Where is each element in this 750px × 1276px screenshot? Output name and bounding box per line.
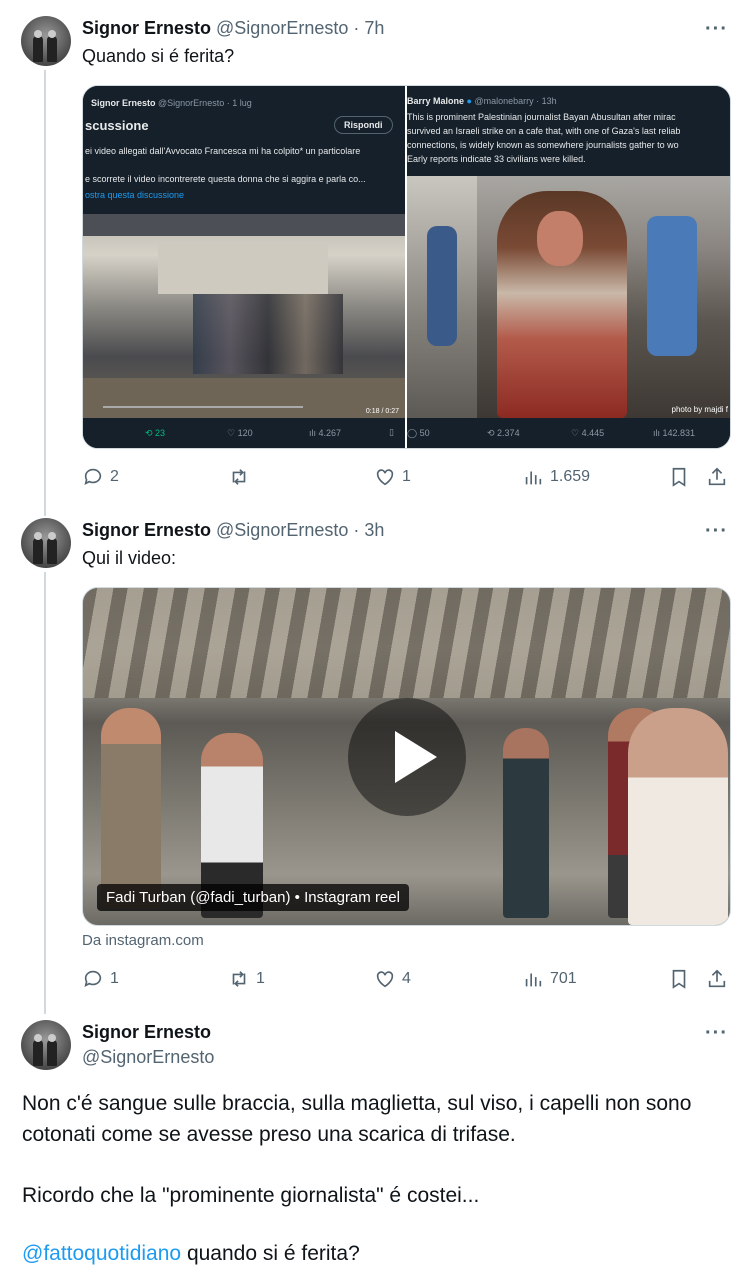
like-button[interactable]: 4 [374, 968, 411, 990]
bookmark-icon [672, 969, 686, 989]
share-icon [708, 969, 726, 988]
tweet-text-line: cotonati come se avesse preso una scaric… [22, 1123, 516, 1146]
embedded-text-line: ei video allegati dall'Avvocato Francesc… [85, 146, 361, 156]
avatar[interactable] [21, 16, 71, 66]
tweet-actions: 1 1 4 701 [82, 968, 728, 992]
retweet-button[interactable] [228, 466, 256, 488]
embedded-text-line: This is prominent Palestinian journalist… [407, 112, 676, 122]
tweet-text-line: Ricordo che la "prominente giornalista" … [22, 1184, 480, 1207]
embedded-like-count: 4.445 [581, 428, 605, 438]
tweet-actions: 2 1 1.659 [82, 466, 728, 490]
avatar[interactable] [21, 1020, 71, 1070]
embedded-author: Signor Ernesto [91, 98, 156, 108]
embedded-reply-count: 50 [419, 428, 430, 438]
reply-button[interactable]: 1 [82, 968, 119, 990]
retweet-button[interactable]: 1 [228, 968, 265, 990]
embedded-stats: ⟲ 23 ♡ 120 ılı 4.267 ▯ [83, 418, 405, 448]
view-count: 1.659 [550, 468, 591, 485]
reply-button: Rispondi [334, 116, 393, 134]
tweet-header: Signor Ernesto [82, 1022, 211, 1043]
thread-connector [44, 572, 46, 1014]
bookmark-icon [672, 467, 686, 487]
embedded-handle: @malonebarry · 13h [474, 96, 557, 106]
embedded-view-count: 4.267 [318, 428, 342, 438]
embedded-text-line: e scorrete il video incontrerete questa … [85, 174, 366, 184]
share-icon [708, 467, 726, 486]
reply-count: 2 [110, 468, 119, 485]
author-handle[interactable]: @SignorErnesto [216, 18, 348, 38]
tweet-time[interactable]: · 3h [353, 520, 384, 540]
tweet-header: Signor Ernesto @SignorErnesto · 7h [82, 18, 384, 39]
video-caption: Fadi Turban (@fadi_turban) • Instagram r… [97, 884, 409, 911]
embedded-like-count: 120 [237, 428, 253, 438]
tweet-media[interactable]: Signor Ernesto @SignorErnesto · 1 lug sc… [82, 85, 731, 449]
embedded-text-line: survived an Israeli strike on a cafe tha… [407, 126, 681, 136]
views-button[interactable]: 1.659 [522, 466, 590, 488]
thread-connector [44, 70, 46, 516]
more-options-icon[interactable]: ··· [705, 18, 728, 41]
embedded-retweet-count: 23 [155, 428, 166, 438]
media-image-left[interactable]: Signor Ernesto @SignorErnesto · 1 lug sc… [83, 86, 405, 448]
more-options-icon[interactable]: ··· [705, 1022, 728, 1045]
heart-icon [376, 971, 394, 988]
embedded-link: ostra questa discussione [85, 190, 185, 200]
injured-woman-photo: photo by majdi f [407, 176, 730, 418]
embedded-handle: @SignorErnesto · 1 lug [158, 98, 252, 108]
video-timestamp: 0:18 / 0:27 [365, 408, 399, 415]
author-handle[interactable]: @SignorErnesto [216, 520, 348, 540]
verified-badge-icon: ● [466, 96, 472, 106]
person-figure [101, 708, 161, 908]
tweet-text-fragment: quando si é ferita? [186, 1242, 360, 1265]
video-player[interactable]: Fadi Turban (@fadi_turban) • Instagram r… [82, 587, 731, 926]
author-name[interactable]: Signor Ernesto [82, 18, 211, 38]
tweet-time[interactable]: · 7h [353, 18, 384, 38]
link-source[interactable]: Da instagram.com [82, 932, 204, 949]
more-options-icon[interactable]: ··· [705, 520, 728, 543]
tweet-text: Qui il video: [82, 548, 177, 568]
person-figure [503, 728, 549, 918]
like-button[interactable]: 1 [374, 466, 411, 488]
reply-count: 1 [110, 970, 119, 987]
mention-link[interactable]: @fattoquotidiano [22, 1242, 181, 1265]
retweet-count: 1 [256, 970, 265, 987]
share-button[interactable] [706, 968, 728, 990]
view-count: 701 [550, 970, 577, 987]
retweet-icon [232, 971, 246, 987]
author-handle[interactable]: @SignorErnesto [82, 1047, 214, 1067]
tweet-header-handle: @SignorErnesto [82, 1047, 214, 1068]
play-button[interactable] [347, 697, 466, 816]
media-image-right[interactable]: Barry Malone ● @malonebarry · 13h This i… [407, 86, 730, 448]
tweet-text-line: Non c'é sangue sulle braccia, sulla magl… [22, 1092, 692, 1115]
tweet-text-line: @fattoquotidiano quando si é ferita? [22, 1238, 360, 1269]
bookmark-button[interactable] [668, 466, 690, 488]
views-icon [525, 973, 542, 987]
reply-icon [84, 468, 102, 485]
embedded-title: scussione [85, 118, 149, 133]
share-button[interactable] [706, 466, 728, 488]
like-count: 4 [402, 970, 411, 987]
author-name[interactable]: Signor Ernesto [82, 520, 211, 540]
market-scene-image: 0:18 / 0:27 [83, 214, 405, 418]
author-name[interactable]: Signor Ernesto [82, 1022, 211, 1042]
embedded-text-line: connections, is widely known as somewher… [407, 140, 679, 150]
embedded-view-count: 142.831 [662, 428, 696, 438]
views-icon [525, 471, 542, 485]
reply-button[interactable]: 2 [82, 466, 119, 488]
embedded-stats: ◯ 50 ⟲ 2.374 ♡ 4.445 ılı 142.831 [407, 418, 730, 448]
reply-icon [84, 970, 102, 987]
person-figure [628, 708, 728, 925]
embedded-retweet-count: 2.374 [497, 428, 520, 438]
embedded-text-line: Early reports indicate 33 civilians were… [407, 154, 586, 164]
avatar[interactable] [21, 518, 71, 568]
photo-credit: photo by majdi f [671, 405, 728, 414]
views-button[interactable]: 701 [522, 968, 577, 990]
bookmark-button[interactable] [668, 968, 690, 990]
like-count: 1 [402, 468, 411, 485]
embedded-author: Barry Malone [407, 96, 465, 106]
roof-structure [83, 588, 730, 698]
heart-icon [376, 469, 394, 486]
tweet-text: Quando si é ferita? [82, 46, 235, 66]
tweet-header: Signor Ernesto @SignorErnesto · 3h [82, 520, 384, 541]
retweet-icon [232, 469, 246, 485]
